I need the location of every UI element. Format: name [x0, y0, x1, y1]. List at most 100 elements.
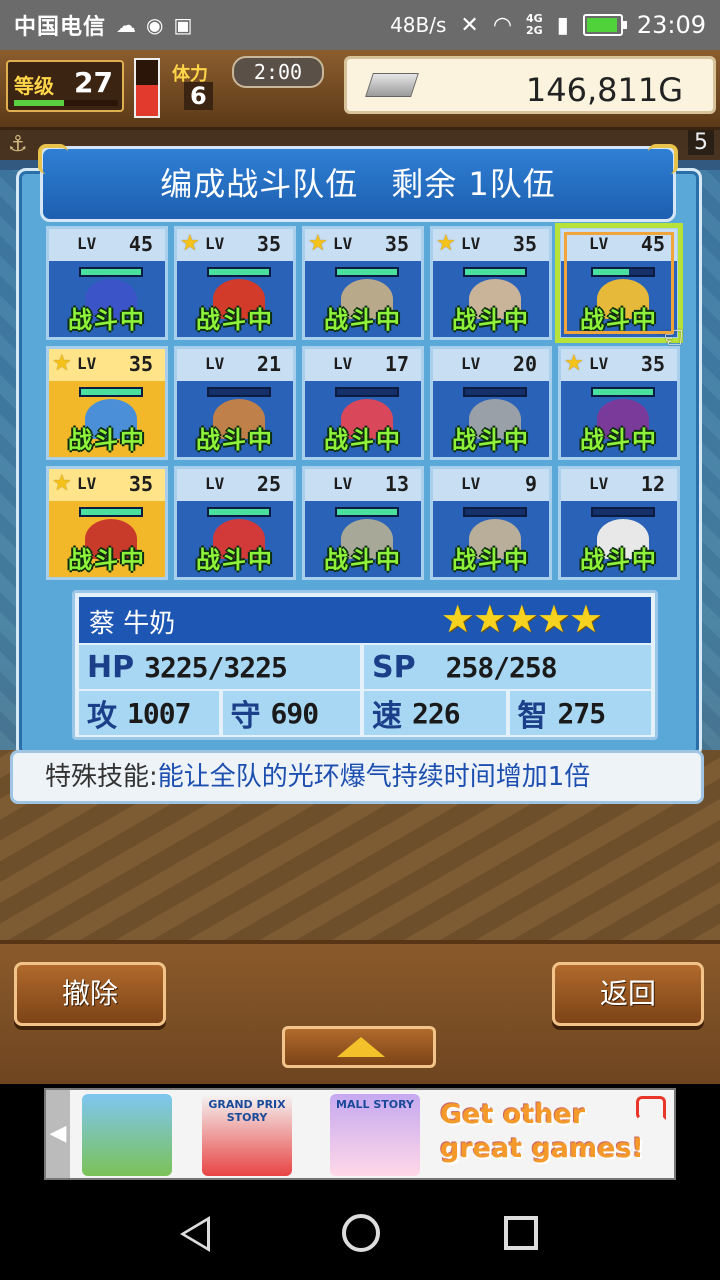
ad-promo-text[interactable]: Get other great games!: [440, 1098, 666, 1172]
hp-bar: [207, 507, 271, 517]
intelligence-stat: 智 275: [509, 691, 652, 735]
ad-game-grand-prix-story[interactable]: GRAND PRIX STORY: [202, 1094, 292, 1176]
battle-status: 战斗中: [324, 546, 402, 574]
nav-recent-apps-icon[interactable]: [504, 1216, 538, 1250]
remove-button[interactable]: 撤除: [14, 962, 166, 1026]
gold-display[interactable]: 146,811G: [344, 56, 716, 114]
character-card[interactable]: LV 21 战斗中: [174, 346, 296, 460]
character-level: 35: [128, 352, 153, 376]
hp-bar: [335, 507, 399, 517]
character-card[interactable]: LV 20 战斗中: [430, 346, 552, 460]
image-icon: ▣: [173, 13, 193, 37]
character-card[interactable]: LV 12 战斗中: [558, 466, 680, 580]
level-prefix: LV: [589, 474, 609, 493]
character-card[interactable]: ★ LV 35 战斗中: [302, 226, 424, 340]
battle-status: 战斗中: [196, 306, 274, 334]
character-card[interactable]: ★ LV 35 战斗中: [46, 346, 168, 460]
ad-game-mall-story[interactable]: MALL STORY: [330, 1094, 420, 1176]
skill-label: 特殊技能:: [45, 762, 158, 792]
character-card[interactable]: LV 25 战斗中: [174, 466, 296, 580]
expand-up-button[interactable]: [282, 1026, 436, 1068]
character-level: 45: [128, 232, 153, 256]
clock: 23:09: [636, 11, 706, 39]
favorite-star-icon: ★: [308, 231, 328, 256]
battery-icon: [582, 14, 627, 36]
character-level: 20: [512, 352, 537, 376]
level-prefix: LV: [77, 354, 97, 373]
ad-banner[interactable]: ◀ GRAND PRIX STORY MALL STORY Get other …: [0, 1084, 720, 1186]
character-card[interactable]: ★ LV 35 战斗中: [558, 346, 680, 460]
battle-status: 战斗中: [68, 546, 146, 574]
stamina-gauge: [134, 58, 160, 118]
level-prefix: LV: [461, 354, 481, 373]
battle-status: 战斗中: [452, 306, 530, 334]
hp-bar: [79, 387, 143, 397]
battle-status: 战斗中: [196, 426, 274, 454]
top-hud: 等级 27 体力 6 2:00 146,811G: [0, 50, 720, 130]
level-prefix: LV: [205, 474, 225, 493]
back-button[interactable]: 返回: [552, 962, 704, 1026]
battle-status: 战斗中: [324, 306, 402, 334]
ad-game-castle[interactable]: [82, 1094, 172, 1176]
battle-status: 战斗中: [68, 306, 146, 334]
level-prefix: LV: [333, 474, 353, 493]
level-prefix: LV: [333, 354, 353, 373]
character-card[interactable]: ★ LV 35 战斗中: [174, 226, 296, 340]
level-prefix: LV: [589, 354, 609, 373]
favorite-star-icon: ★: [52, 351, 72, 376]
character-card[interactable]: LV 13 战斗中: [302, 466, 424, 580]
level-prefix: LV: [205, 354, 225, 373]
character-card[interactable]: ★ LV 35 战斗中: [46, 466, 168, 580]
android-nav-bar: [0, 1186, 720, 1280]
rating-stars: ★★★★★: [440, 597, 603, 641]
gold-amount: 146,811G: [525, 71, 683, 109]
panel-title: 编成战斗队伍 剩余 1队伍: [40, 146, 676, 222]
signal-icon: ▮: [556, 12, 569, 38]
silver-bar-icon: [365, 73, 419, 97]
favorite-star-icon: ★: [564, 351, 584, 376]
battle-status: 战斗中: [580, 546, 658, 574]
level-prefix: LV: [333, 234, 353, 253]
battle-status: 战斗中: [68, 426, 146, 454]
character-card[interactable]: ★ LV 35 战斗中: [430, 226, 552, 340]
hp-bar: [79, 267, 143, 277]
character-level: 13: [384, 472, 409, 496]
level-prefix: LV: [461, 474, 481, 493]
carrier-label: 中国电信: [14, 15, 107, 40]
character-level: 35: [512, 232, 537, 256]
hp-bar: [207, 267, 271, 277]
stamina-timer: 2:00: [232, 56, 324, 88]
return-arrow-icon: [636, 1096, 666, 1120]
special-skill-bar: 特殊技能:能让全队的光环爆气持续时间增加1倍: [10, 750, 704, 804]
sub-hud-count: 5: [688, 130, 714, 155]
favorite-star-icon: ★: [180, 231, 200, 256]
battle-status: 战斗中: [452, 426, 530, 454]
hp-bar: [335, 387, 399, 397]
character-level: 9: [524, 472, 537, 496]
level-prefix: LV: [205, 234, 225, 253]
hp-bar: [207, 387, 271, 397]
character-card[interactable]: LV 17 战斗中: [302, 346, 424, 460]
ad-scroll-left-icon[interactable]: ◀: [46, 1090, 70, 1178]
nav-home-icon[interactable]: [342, 1214, 380, 1252]
up-arrow-icon: [337, 1037, 385, 1057]
character-level: 35: [256, 232, 281, 256]
character-level: 12: [640, 472, 665, 496]
character-card[interactable]: LV 45 战斗中: [46, 226, 168, 340]
character-name: 蔡 牛奶: [89, 609, 176, 639]
hp-bar: [335, 267, 399, 277]
exp-bar: [14, 100, 118, 106]
level-prefix: LV: [589, 234, 609, 253]
character-level: 35: [128, 472, 153, 496]
mute-icon: ✕: [460, 12, 479, 38]
player-level-box[interactable]: 等级 27: [6, 60, 124, 112]
q-app-icon: ◉: [146, 13, 164, 37]
sp-stat: SP 258/258: [364, 645, 651, 689]
hp-bar: [463, 507, 527, 517]
nav-back-icon[interactable]: [180, 1216, 210, 1252]
skill-description: 能让全队的光环爆气持续时间增加1倍: [157, 762, 591, 792]
level-prefix: LV: [461, 234, 481, 253]
hp-bar: [591, 507, 655, 517]
character-card[interactable]: LV 9 战斗中: [430, 466, 552, 580]
hp-stat: HP 3225/3225: [79, 645, 361, 689]
